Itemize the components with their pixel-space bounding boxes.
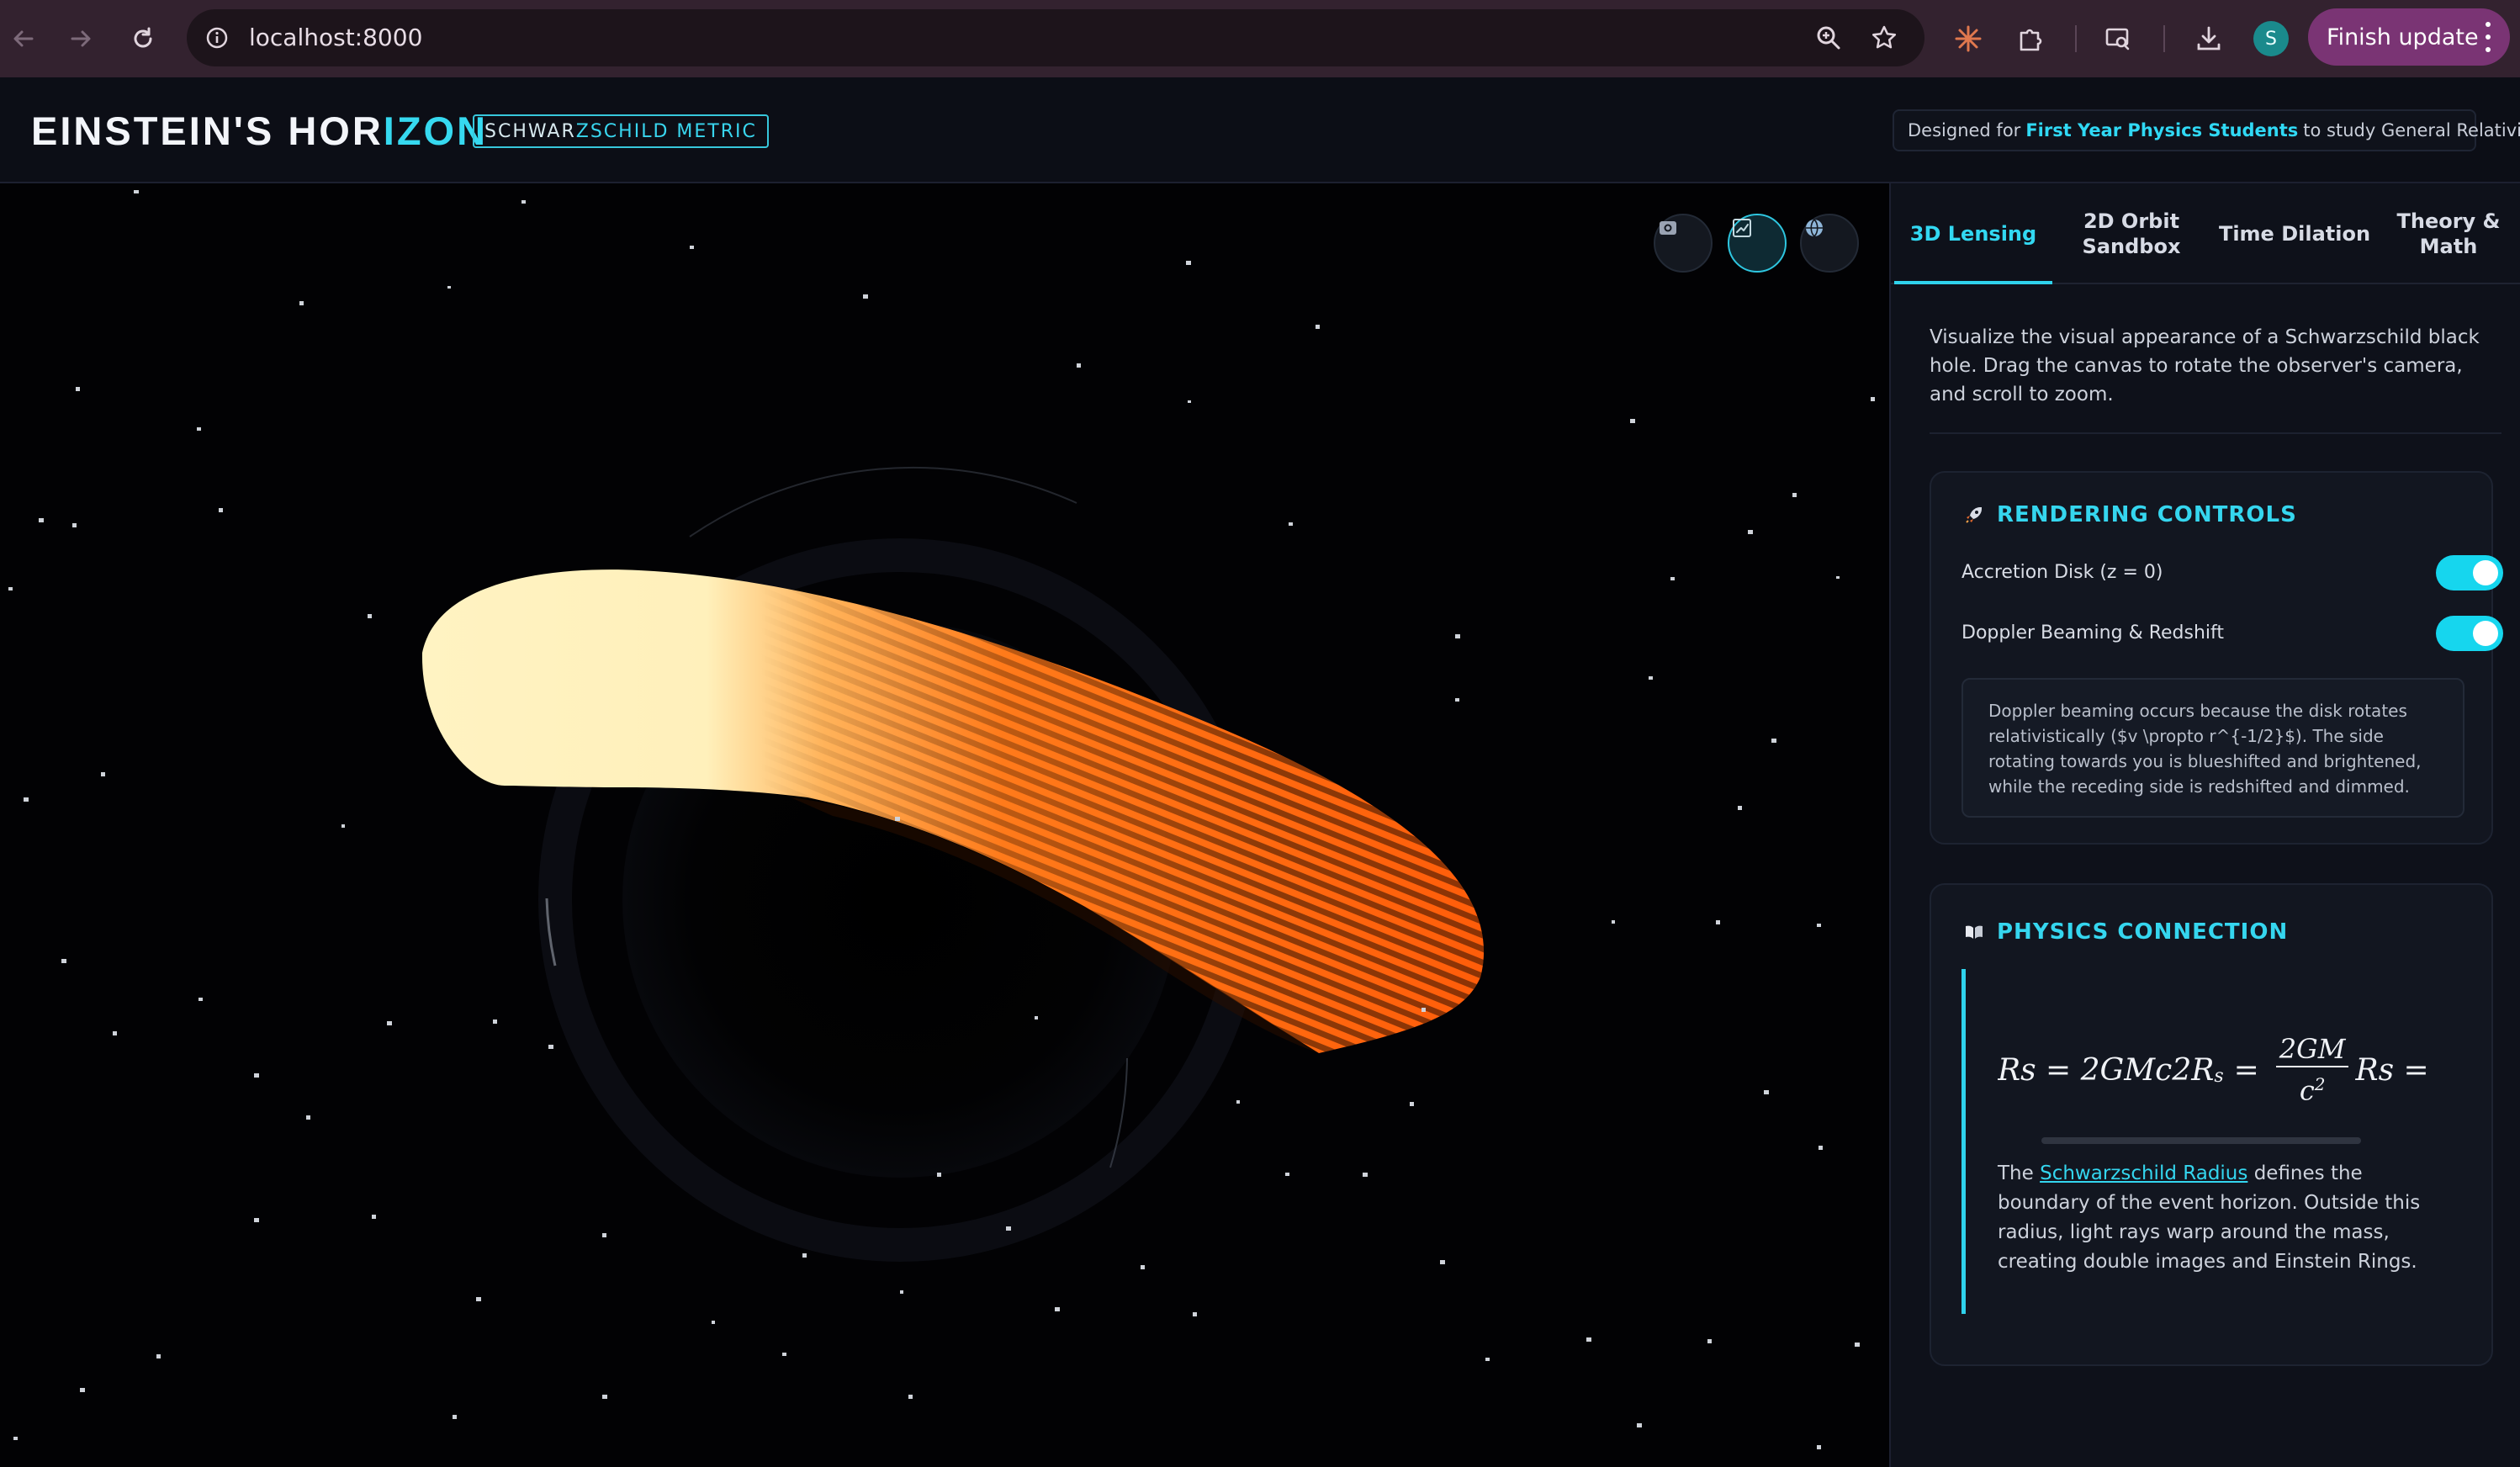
chart-view-icon (1733, 219, 1751, 237)
physics-description: The Schwarzschild Radius defines the bou… (1998, 1162, 2421, 1273)
camera-view-icon (1660, 221, 1676, 235)
bookmark-star-icon[interactable] (1869, 23, 1899, 53)
doppler-info-box: Doppler beaming occurs because the disk … (1961, 678, 2464, 818)
schwarzschild-equation: Rs = 2GMc2Rs = 2GMc2 Rs = c (1998, 1033, 2435, 1107)
profile-avatar[interactable]: S (2253, 21, 2289, 56)
tab-3d-lensing[interactable]: 3D Lensing (1894, 183, 2052, 284)
finish-update-button[interactable]: Finish update (2308, 8, 2510, 66)
schwarzschild-radius-link[interactable]: Schwarzschild Radius (2040, 1162, 2247, 1184)
doppler-beaming-label: Doppler Beaming & Redshift (1961, 622, 2225, 643)
extension-burst-icon[interactable] (1948, 19, 1988, 59)
intro-text: Visualize the visual appearance of a Sch… (1930, 326, 2480, 405)
metric-badge: SCHWAR ZSCHILD METRIC (473, 114, 769, 148)
forward-arrow-icon (71, 30, 91, 47)
tab-search-icon[interactable] (2098, 19, 2138, 59)
equation-block: Rs = 2GMc2Rs = 2GMc2 Rs = c The Schwarzs… (1961, 969, 2466, 1314)
back-button[interactable] (3, 19, 44, 59)
book-icon (1961, 919, 1987, 945)
tab-2d-orbit-sandbox[interactable]: 2D Orbit Sandbox (2052, 183, 2210, 284)
physics-connection-card: PHYSICS CONNECTION Rs = 2GMc2R s = 2GM c2 … (1930, 883, 2493, 1366)
active-tab-indicator (1894, 281, 2052, 284)
globe-view-button[interactable] (1800, 214, 1859, 273)
side-panel: 3D Lensing 2D Orbit Sandbox Time Dilation… (1889, 183, 2520, 1467)
tab-bar: 3D Lensing 2D Orbit Sandbox Time Dilation… (1891, 183, 2520, 284)
site-info-icon[interactable] (202, 23, 232, 53)
rendering-controls-title: RENDERING CONTROLS (1961, 498, 2297, 532)
finish-update-label: Finish update (2327, 24, 2479, 50)
physics-connection-title: PHYSICS CONNECTION (1961, 915, 2288, 949)
app-header: EINSTEIN'S HORIZON SCHWAR ZSCHILD METRIC … (0, 77, 2520, 183)
address-bar[interactable]: localhost:8000 (187, 9, 1924, 66)
reload-button[interactable] (123, 19, 163, 59)
globe-view-icon (1806, 219, 1823, 237)
accretion-disk-label: Accretion Disk (z = 0) (1961, 562, 2163, 583)
camera-view-button[interactable] (1654, 214, 1713, 273)
rendering-controls-card: RENDERING CONTROLS Accretion Disk (z = 0… (1930, 471, 2503, 845)
chart-view-button[interactable] (1728, 214, 1787, 273)
tab-time-dilation[interactable]: Time Dilation (2210, 183, 2379, 284)
rocket-icon (1961, 502, 1987, 527)
url-text[interactable]: localhost:8000 (249, 9, 422, 66)
black-hole-canvas[interactable] (0, 183, 1889, 1467)
accretion-disk-toggle[interactable] (2436, 555, 2503, 591)
extensions-puzzle-icon[interactable] (2010, 19, 2051, 59)
audience-note: Designed for First Year Physics Students… (1893, 109, 2520, 151)
more-menu-icon[interactable] (2483, 22, 2493, 52)
zoom-icon[interactable] (1813, 23, 1844, 53)
reload-icon (134, 27, 152, 48)
back-arrow-icon (13, 30, 34, 47)
black-hole-render (8, 190, 1875, 1449)
doppler-beaming-toggle[interactable] (2436, 616, 2503, 651)
download-icon[interactable] (2189, 19, 2229, 59)
forward-button[interactable] (61, 19, 101, 59)
equation-scrollbar[interactable] (2041, 1137, 2361, 1144)
app-title: EINSTEIN'S HORIZON (31, 109, 489, 153)
tab-theory-math[interactable]: Theory & Math (2379, 183, 2518, 284)
browser-toolbar: localhost:8000 S Finish update (0, 0, 2520, 77)
